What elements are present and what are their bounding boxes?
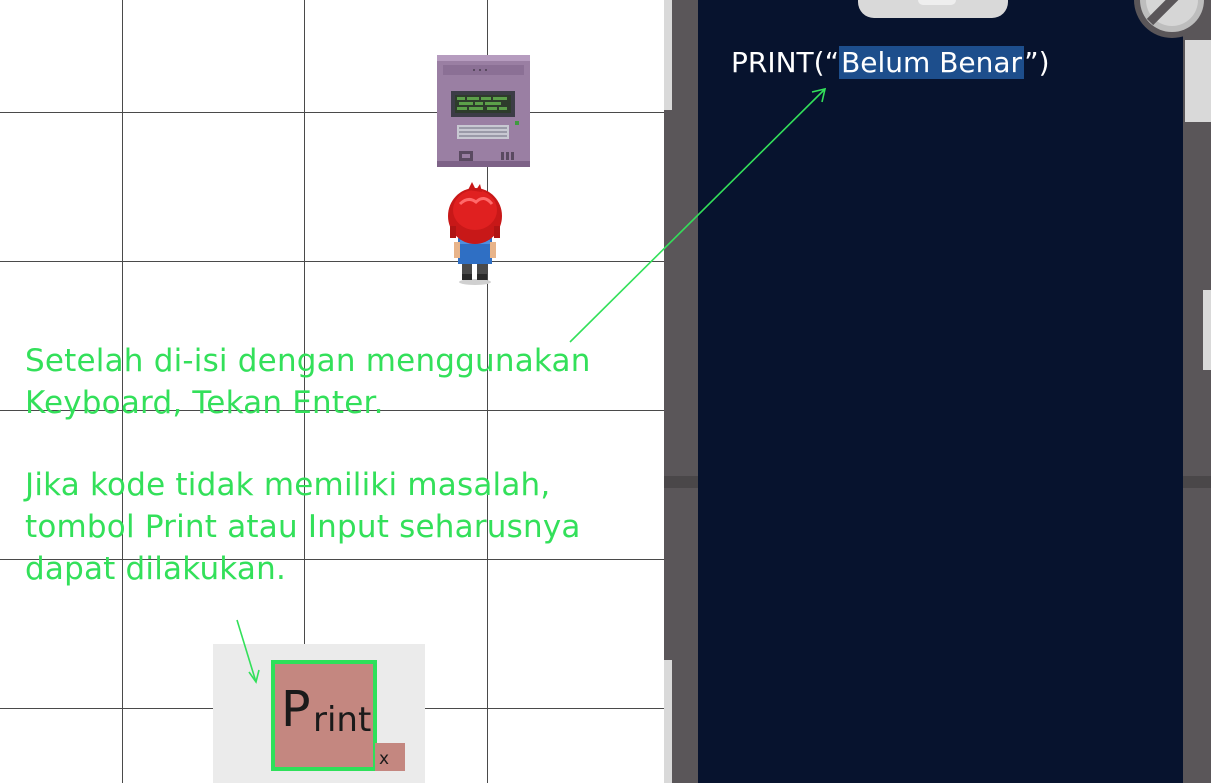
close-button[interactable]: x <box>375 743 405 771</box>
code-suffix: ”) <box>1024 46 1050 79</box>
red-haired-player-icon[interactable] <box>446 182 504 286</box>
game-scene: Setelah di-isi dengan menggunakan Keyboa… <box>0 0 1211 783</box>
frame-notch <box>664 476 698 488</box>
grid-line-horizontal <box>0 112 664 113</box>
close-label: x <box>379 749 390 769</box>
print-button-label: rint <box>313 700 372 740</box>
instruction-line: tombol Print atau Input seharusnya <box>25 509 581 545</box>
print-button[interactable]: P rint <box>271 660 377 771</box>
instruction-line: dapat dilakukan. <box>25 551 287 587</box>
code-selected-text: Belum Benar <box>839 46 1025 79</box>
frame-notch <box>1183 476 1211 488</box>
code-input-line[interactable]: PRINT(“Belum Benar”) <box>731 42 1050 84</box>
instruction-line: Keyboard, Tekan Enter. <box>25 385 384 421</box>
no-entry-badge-icon[interactable] <box>1132 0 1211 42</box>
print-button-initial: P <box>281 681 311 738</box>
panel-top-tab-inner <box>918 0 956 5</box>
frame-highlight <box>664 0 672 110</box>
instruction-line: Jika kode tidak memiliki masalah, <box>25 467 551 503</box>
frame-highlight <box>1185 40 1211 122</box>
frame-highlight <box>664 660 672 783</box>
instruction-line: Setelah di-isi dengan menggunakan <box>25 343 591 379</box>
computer-terminal-icon[interactable] <box>437 55 530 167</box>
frame-highlight <box>1203 290 1211 370</box>
code-editor-panel[interactable] <box>698 0 1183 783</box>
code-prefix: PRINT(“ <box>731 46 840 79</box>
grid-line-horizontal <box>0 261 664 262</box>
